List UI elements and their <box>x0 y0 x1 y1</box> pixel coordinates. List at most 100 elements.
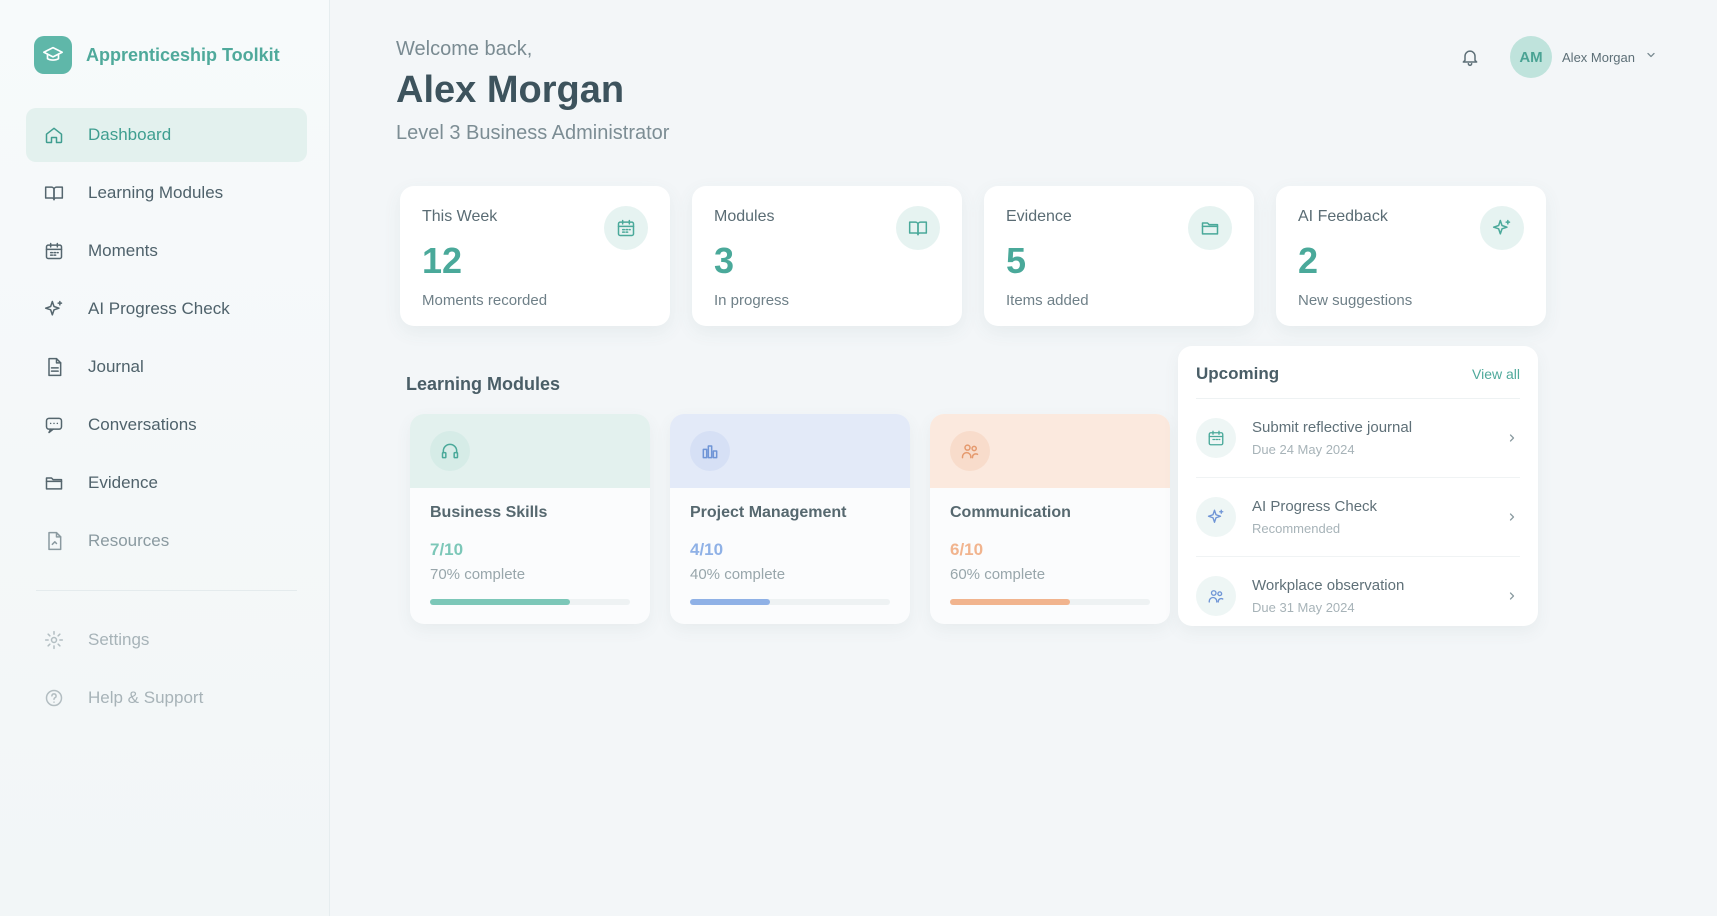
sidebar-item-learning-modules[interactable]: Learning Modules <box>26 166 307 220</box>
chevron-right-icon <box>1504 509 1520 525</box>
app-name: Apprenticeship Toolkit <box>86 44 280 65</box>
headset-icon <box>430 431 470 471</box>
module-body: Communication 6/10 60% complete <box>930 488 1170 621</box>
graduation-cap-icon <box>34 36 72 74</box>
upcoming-item-sub: Due 24 May 2024 <box>1252 442 1355 457</box>
calendar-icon <box>42 239 66 263</box>
module-cards: Business Skills 7/10 70% complete Projec… <box>410 414 1170 624</box>
sidebar-item-label: Journal <box>88 357 144 376</box>
upcoming-text: Workplace observation Due 31 May 2024 <box>1252 577 1488 615</box>
home-icon <box>42 123 66 147</box>
chevron-right-icon <box>1504 588 1520 604</box>
module-header <box>670 414 910 488</box>
sidebar-item-label: Evidence <box>88 473 158 492</box>
file-icon <box>42 529 66 553</box>
stat-card-ai-feedback[interactable]: AI Feedback 2 New suggestions <box>1276 186 1546 326</box>
module-title: Business Skills <box>430 504 548 521</box>
folder-icon <box>42 471 66 495</box>
stat-cards: This Week 12 Moments recorded Modules 3 … <box>400 186 1546 326</box>
brand[interactable]: Apprenticeship Toolkit <box>34 36 307 74</box>
progress-fill <box>430 599 570 605</box>
module-percent: 60% complete <box>950 566 1046 583</box>
upcoming-header: Upcoming View all <box>1196 364 1520 399</box>
user-menu[interactable]: AM Alex Morgan <box>1510 36 1657 78</box>
sparkle-icon <box>1196 497 1236 537</box>
calendar-icon <box>1196 418 1236 458</box>
module-percent: 70% complete <box>430 566 526 583</box>
sidebar-item-resources[interactable]: Resources <box>26 514 307 568</box>
sidebar-item-label: Resources <box>88 531 170 550</box>
user-role: Level 3 Business Administrator <box>396 122 670 144</box>
sidebar-nav: Dashboard Learning Modules Moments AI Pr… <box>26 108 307 568</box>
chevron-down-icon <box>1645 48 1657 66</box>
stat-card-modules[interactable]: Modules 3 In progress <box>692 186 962 326</box>
upcoming-item-title: Workplace observation <box>1252 577 1405 594</box>
sidebar-item-label: AI Progress Check <box>88 299 230 318</box>
sidebar-footer-nav: Settings Help & Support <box>26 613 307 725</box>
upcoming-item-ai-progress-check[interactable]: AI Progress Check Recommended <box>1196 478 1520 557</box>
upcoming-item-workplace-observation[interactable]: Workplace observation Due 31 May 2024 <box>1196 557 1520 635</box>
sidebar-item-conversations[interactable]: Conversations <box>26 398 307 452</box>
chat-icon <box>42 413 66 437</box>
sidebar-item-journal[interactable]: Journal <box>26 340 307 394</box>
upcoming-item-title: Submit reflective journal <box>1252 419 1413 436</box>
welcome-text: Welcome back, <box>396 38 533 60</box>
stat-card-evidence[interactable]: Evidence 5 Items added <box>984 186 1254 326</box>
module-percent: 40% complete <box>690 566 786 583</box>
sidebar-item-moments[interactable]: Moments <box>26 224 307 278</box>
upcoming-panel: Upcoming View all Submit reflective jour… <box>1178 346 1538 626</box>
document-icon <box>42 355 66 379</box>
sidebar-item-settings[interactable]: Settings <box>26 613 307 667</box>
module-header <box>410 414 650 488</box>
sidebar-item-ai-progress-check[interactable]: AI Progress Check <box>26 282 307 336</box>
module-body: Project Management 4/10 40% complete <box>670 488 910 621</box>
app-shell: Apprenticeship Toolkit Dashboard Learnin… <box>0 0 1717 916</box>
main-content: Welcome back, Alex Morgan Level 3 Busine… <box>330 0 1717 916</box>
upcoming-item-sub: Recommended <box>1252 521 1341 536</box>
section-title-learning-modules: Learning Modules <box>406 374 561 394</box>
upcoming-title: Upcoming <box>1196 364 1280 383</box>
sparkle-icon <box>42 297 66 321</box>
view-all-link[interactable]: View all <box>1472 366 1520 382</box>
module-count: 4/10 <box>690 540 724 559</box>
avatar: AM <box>1510 36 1553 78</box>
module-card-project-management[interactable]: Project Management 4/10 40% complete <box>670 414 910 624</box>
upcoming-item-title: AI Progress Check <box>1252 498 1378 515</box>
progress-fill <box>690 599 770 605</box>
bell-icon[interactable] <box>1456 43 1484 71</box>
stat-sub: Moments recorded <box>422 292 548 309</box>
module-card-communication[interactable]: Communication 6/10 60% complete <box>930 414 1170 624</box>
module-title: Project Management <box>690 504 847 521</box>
module-body: Business Skills 7/10 70% complete <box>410 488 650 621</box>
upcoming-text: AI Progress Check Recommended <box>1252 498 1488 536</box>
bar-chart-icon <box>690 431 730 471</box>
sidebar-item-evidence[interactable]: Evidence <box>26 456 307 510</box>
greeting: Welcome back, Alex Morgan Level 3 Busine… <box>396 38 669 145</box>
stat-sub: New suggestions <box>1298 292 1413 309</box>
sidebar-divider <box>36 590 297 591</box>
sidebar-item-label: Help & Support <box>88 688 204 707</box>
users-icon <box>1196 576 1236 616</box>
sparkle-icon <box>1480 206 1524 250</box>
gear-icon <box>42 628 66 652</box>
sidebar: Apprenticeship Toolkit Dashboard Learnin… <box>0 0 330 916</box>
sidebar-item-dashboard[interactable]: Dashboard <box>26 108 307 162</box>
sidebar-item-help-support[interactable]: Help & Support <box>26 671 307 725</box>
sidebar-item-label: Settings <box>88 630 150 649</box>
folder-icon <box>1188 206 1232 250</box>
stat-sub: Items added <box>1006 292 1089 309</box>
sidebar-item-label: Moments <box>88 241 158 260</box>
page-title: Alex Morgan <box>396 69 625 111</box>
upcoming-text: Submit reflective journal Due 24 May 202… <box>1252 419 1488 457</box>
stat-card-this-week[interactable]: This Week 12 Moments recorded <box>400 186 670 326</box>
progress-track <box>430 599 630 605</box>
sidebar-item-label: Learning Modules <box>88 183 224 202</box>
calendar-icon <box>604 206 648 250</box>
sidebar-item-label: Dashboard <box>88 125 172 144</box>
module-count: 7/10 <box>430 540 464 559</box>
progress-track <box>690 599 890 605</box>
stat-sub: In progress <box>714 292 790 309</box>
upcoming-item-journal[interactable]: Submit reflective journal Due 24 May 202… <box>1196 399 1520 478</box>
module-card-business-skills[interactable]: Business Skills 7/10 70% complete <box>410 414 650 624</box>
chevron-right-icon <box>1504 430 1520 446</box>
